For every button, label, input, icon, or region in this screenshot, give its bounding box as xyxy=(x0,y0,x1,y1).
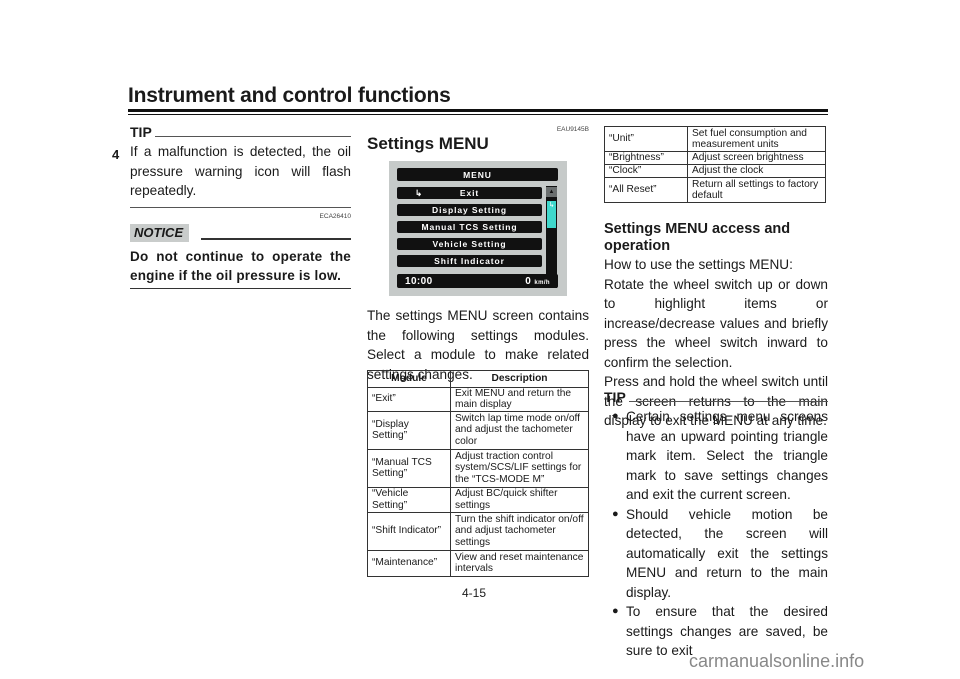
page-number: 4-15 xyxy=(462,586,487,600)
description-cell: Adjust screen brightness xyxy=(687,151,826,165)
settings-modules-table-continued: “Unit” Set fuel consumption and measureme… xyxy=(604,126,826,203)
access-intro: How to use the settings MENU: xyxy=(604,257,793,272)
module-cell: “Unit” xyxy=(604,126,688,152)
access-title: Settings MENU access and operation xyxy=(604,221,791,254)
table-row: “Brightness” Adjust screen brightness xyxy=(604,151,826,165)
tip-bullet-text: Certain settings menu screens have an up… xyxy=(626,409,828,502)
notice-heading: NOTICE xyxy=(130,223,351,242)
menu-title-bar: MENU xyxy=(397,168,558,181)
menu-screen-illustration: MENU ↳ Exit Display Setting Manual TCS S… xyxy=(389,161,567,296)
menu-item-exit: ↳ Exit xyxy=(397,187,542,199)
status-bar: 10:00 0 km/h xyxy=(397,274,558,288)
description-cell: Return all settings to factory default xyxy=(687,177,826,203)
table-row: “Display Setting” Switch lap time mode on… xyxy=(367,410,589,450)
tip-heading: TIP xyxy=(604,389,828,405)
description-cell: View and reset maintenance intervals xyxy=(450,549,589,577)
tip-label: TIP xyxy=(604,389,626,405)
table-header: Description xyxy=(450,370,589,388)
table-header-row: Module Description xyxy=(367,370,589,388)
tip-bullet-list: ● Certain settings menu screens have an u… xyxy=(604,407,828,661)
menu-item-manual-tcs-setting: Manual TCS Setting xyxy=(397,221,542,233)
table-row: “Maintenance” View and reset maintenance … xyxy=(367,549,589,577)
menu-scrollbar: ▲ ↳ ▼ xyxy=(546,186,557,288)
header-rule xyxy=(128,109,828,112)
description-cell: Adjust the clock xyxy=(687,164,826,178)
module-cell: “Brightness” xyxy=(604,151,688,165)
tip-block-right: TIP ● Certain settings menu screens have … xyxy=(604,389,828,661)
tip-label: TIP xyxy=(130,124,152,140)
tip-bullet-text: Should vehicle motion be detected, the s… xyxy=(626,506,828,600)
speed-readout: 0 km/h xyxy=(525,275,550,287)
bullet-icon: ● xyxy=(612,507,619,520)
section-code: EAU9145B xyxy=(556,126,589,133)
description-cell: Switch lap time mode on/off and adjust t… xyxy=(450,410,589,450)
table-row: “Shift Indicator” Turn the shift indicato… xyxy=(367,511,589,551)
section-title: Settings MENU xyxy=(367,134,489,153)
tip-bullet-item: ● Should vehicle motion be detected, the … xyxy=(612,505,828,603)
scroll-thumb: ↳ xyxy=(547,201,556,228)
module-cell: “Shift Indicator” xyxy=(367,511,451,551)
tip-heading: TIP xyxy=(130,124,351,140)
description-cell: Set fuel consumption and measurement uni… xyxy=(687,126,826,152)
module-cell: “Maintenance” xyxy=(367,549,451,577)
notice-badge: NOTICE xyxy=(130,223,190,242)
tip-block: TIP If a malfunction is detected, the oi… xyxy=(130,124,351,289)
table-row: “Vehicle Setting” Adjust BC/quick shifter… xyxy=(367,486,589,513)
page-header-title: Instrument and control functions xyxy=(128,84,451,107)
module-cell: “Display Setting” xyxy=(367,410,451,450)
module-cell: “Manual TCS Setting” xyxy=(367,448,451,488)
chapter-tab: 4 xyxy=(112,147,120,162)
scroll-up-icon: ▲ xyxy=(546,187,557,197)
settings-modules-table: Module Description “Exit” Exit MENU and r… xyxy=(367,370,589,577)
table-header: Module xyxy=(367,370,451,388)
table-row: “All Reset” Return all settings to factor… xyxy=(604,177,826,203)
table-row: “Unit” Set fuel consumption and measureme… xyxy=(604,126,826,152)
clock-readout: 10:00 xyxy=(405,275,433,287)
exit-arrow-icon: ↳ xyxy=(415,187,424,198)
menu-item-display-setting: Display Setting xyxy=(397,204,542,216)
description-cell: Adjust traction control system/SCS/LIF s… xyxy=(450,448,589,488)
menu-item-shift-indicator: Shift Indicator xyxy=(397,255,542,267)
module-cell: “All Reset” xyxy=(604,177,688,203)
module-cell: “Exit” xyxy=(367,386,451,412)
description-cell: Adjust BC/quick shifter settings xyxy=(450,486,589,513)
module-cell: “Vehicle Setting” xyxy=(367,486,451,513)
menu-item-vehicle-setting: Vehicle Setting xyxy=(397,238,542,250)
description-cell: Turn the shift indicator on/off and adju… xyxy=(450,511,589,551)
notice-code: ECA26410 xyxy=(319,212,351,220)
description-cell: Exit MENU and return the main display xyxy=(450,386,589,412)
module-cell: “Clock” xyxy=(604,164,688,178)
bullet-icon: ● xyxy=(612,605,619,617)
tip-bullet-item: ● Certain settings menu screens have an u… xyxy=(612,407,828,505)
table-row: “Exit” Exit MENU and return the main disp… xyxy=(367,386,589,412)
tip-end-rule xyxy=(130,206,351,208)
notice-text: Do not continue to operate the engine if… xyxy=(130,248,351,283)
table-row: “Clock” Adjust the clock xyxy=(604,164,826,178)
notice-end-rule xyxy=(130,287,351,289)
watermark: carmanualsonline.info xyxy=(689,651,865,671)
header-rule-thin xyxy=(128,114,828,115)
bullet-icon: ● xyxy=(612,410,619,422)
tip-text: If a malfunction is detected, the oil pr… xyxy=(130,144,351,198)
table-row: “Manual TCS Setting” Adjust traction cont… xyxy=(367,448,589,488)
access-paragraph-1: Rotate the wheel switch up or down to hi… xyxy=(604,276,828,370)
